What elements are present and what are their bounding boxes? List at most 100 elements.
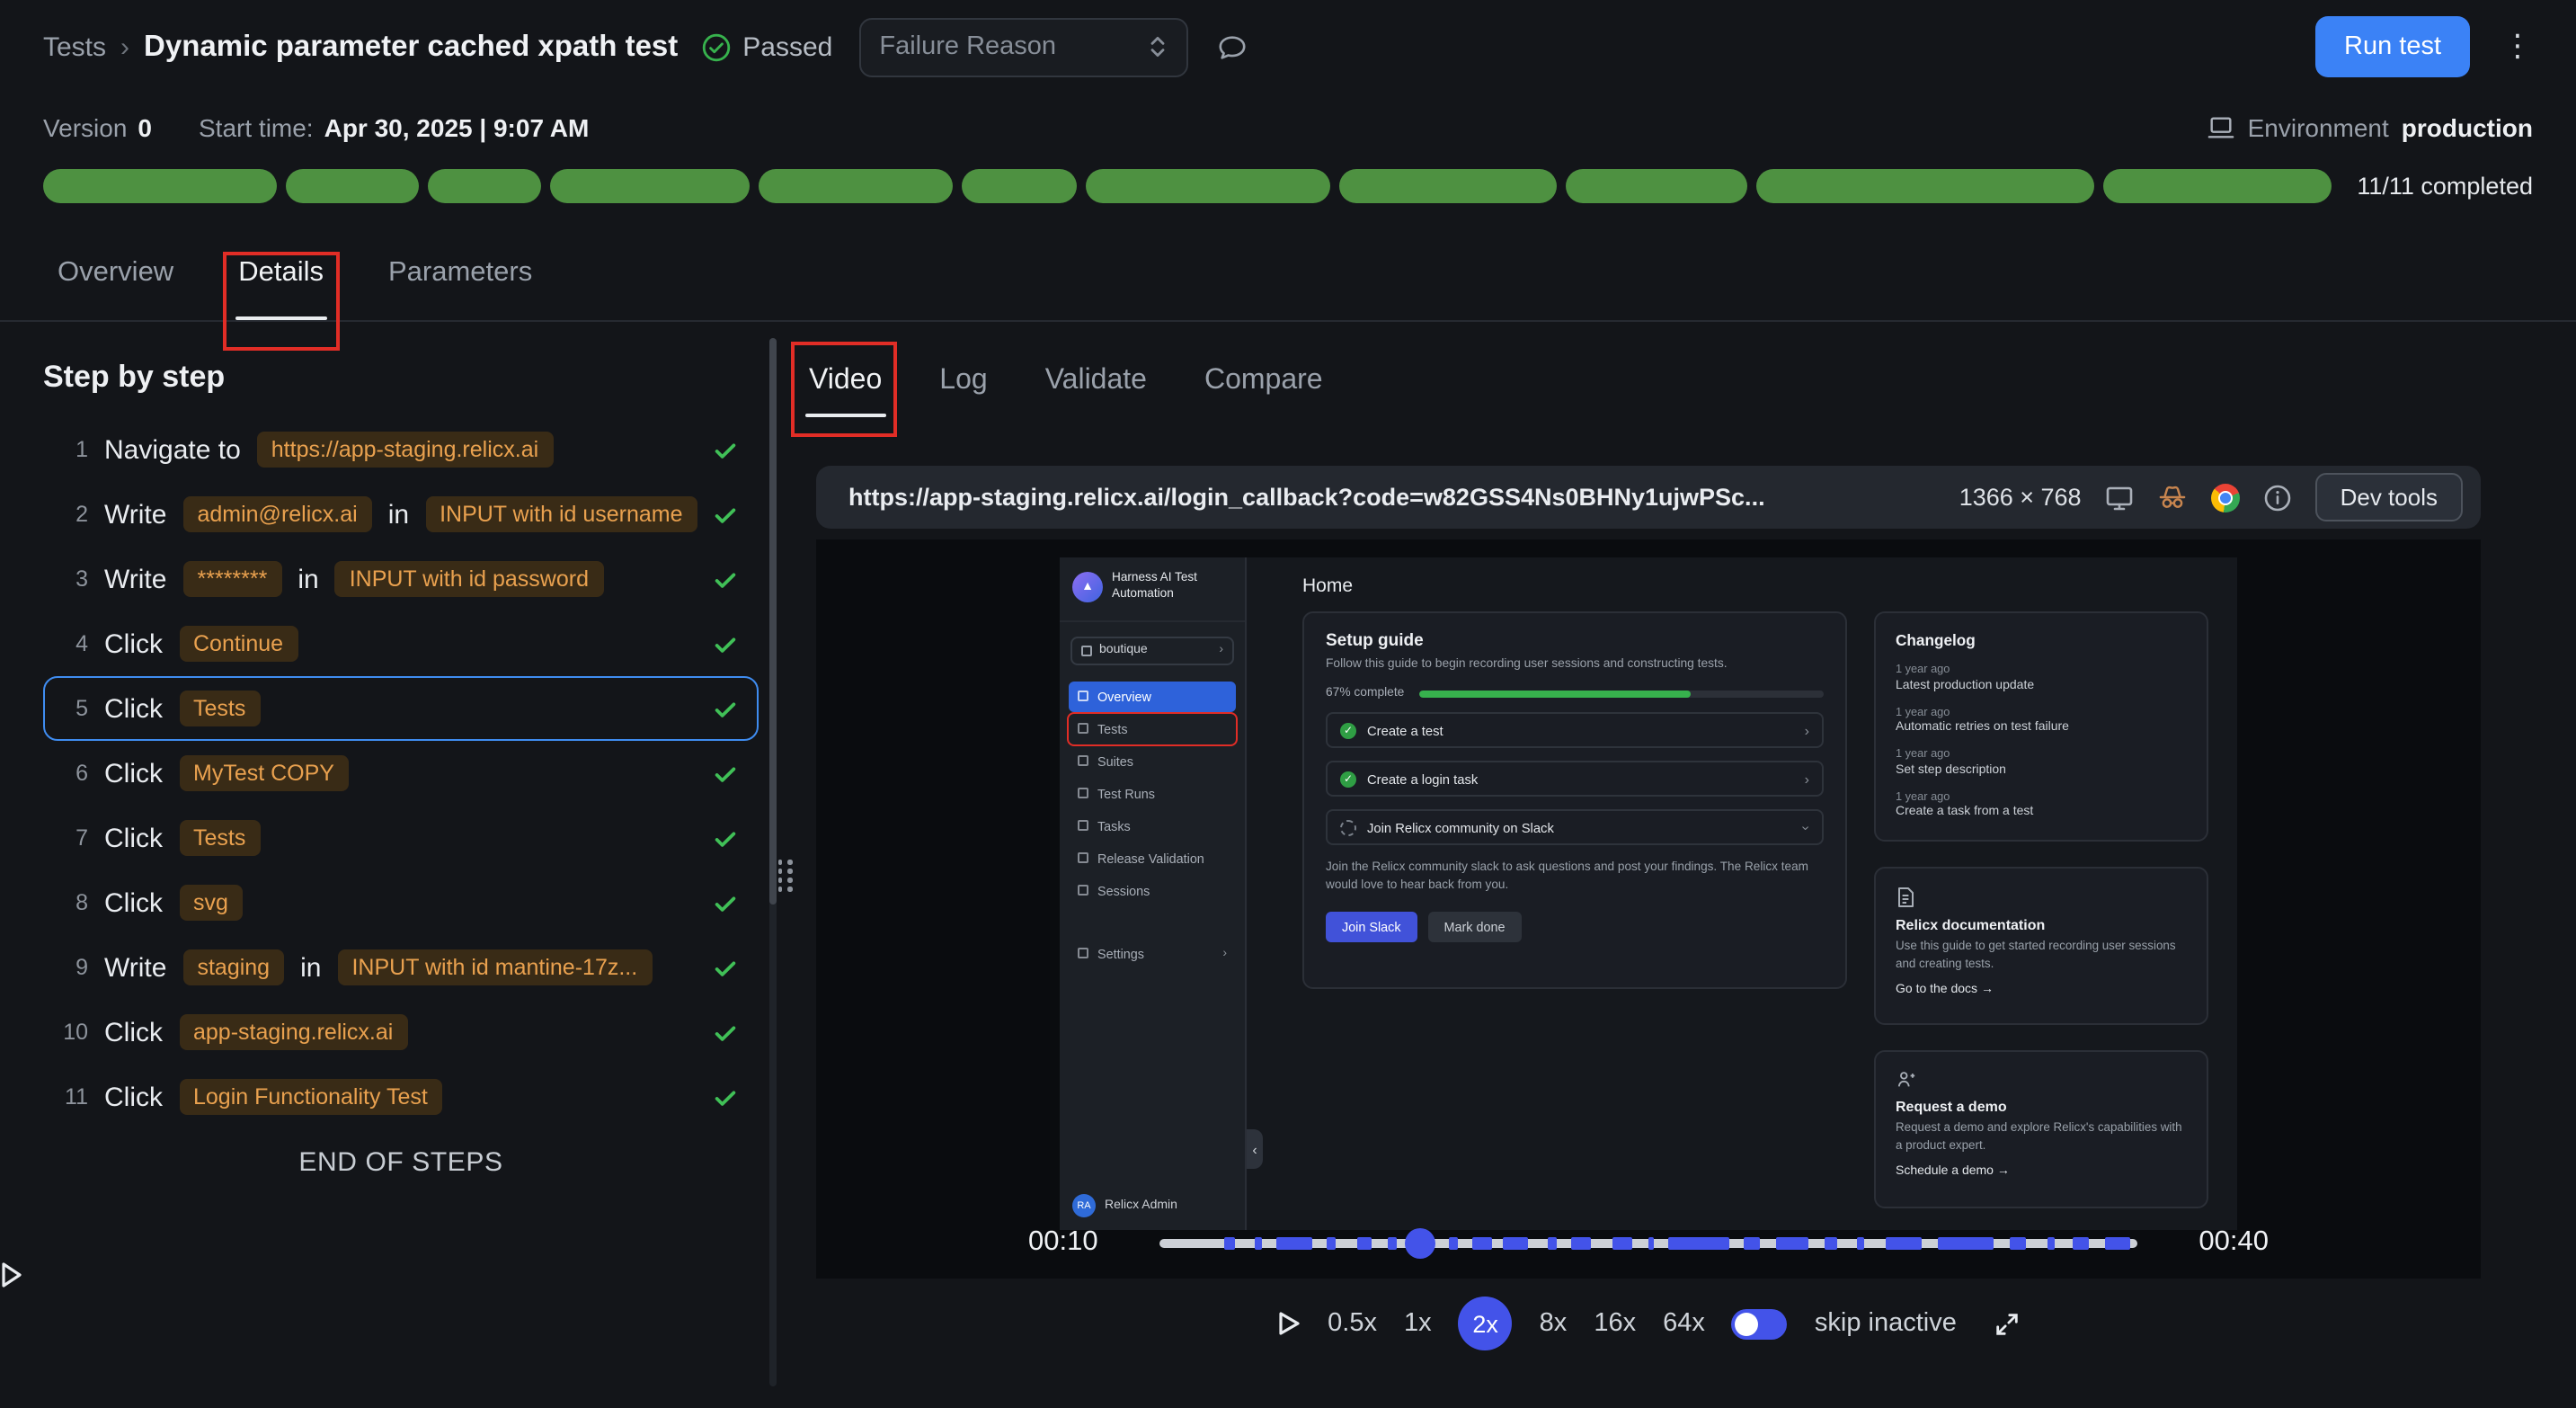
- changelog-text: Set step description: [1896, 763, 2187, 776]
- step-action-text: Write: [104, 499, 166, 530]
- docs-title: Relicx documentation: [1896, 917, 2187, 933]
- timeline-activity-segment: [1357, 1236, 1372, 1250]
- active-tab-underline: [235, 316, 327, 320]
- step-row[interactable]: 11ClickLogin Functionality Test: [43, 1065, 759, 1129]
- step-row[interactable]: 3Write********inINPUT with id password: [43, 547, 759, 611]
- start-time-label: Start time:: [199, 113, 314, 142]
- run-test-button[interactable]: Run test: [2315, 16, 2470, 77]
- steps-scrollbar-thumb[interactable]: [769, 338, 777, 905]
- step-target-chip: INPUT with id mantine-17z...: [337, 949, 652, 985]
- tab-parameters[interactable]: Parameters: [388, 227, 532, 320]
- kebab-menu-button[interactable]: ⋮: [2502, 29, 2533, 65]
- timeline-activity-segment: [1223, 1236, 1234, 1250]
- project-icon: [1081, 645, 1092, 655]
- breadcrumb-separator-icon: ›: [120, 31, 129, 62]
- skip-inactive-toggle[interactable]: [1732, 1308, 1788, 1339]
- step-row[interactable]: 1Navigate tohttps://app-staging.relicx.a…: [43, 417, 759, 482]
- step-number: 1: [56, 437, 88, 462]
- step-number: 5: [56, 696, 88, 721]
- step-success-check-icon: [712, 436, 739, 463]
- tab-label: Details: [238, 257, 324, 290]
- tab-overview[interactable]: Overview: [58, 227, 173, 320]
- person-plus-icon: [1896, 1070, 1917, 1090]
- comment-button[interactable]: [1217, 31, 1248, 62]
- progress-segment: [758, 168, 953, 202]
- timeline-slider[interactable]: [1159, 1225, 2138, 1261]
- app-nav-release-validation: Release Validation: [1069, 842, 1236, 873]
- speed-options: 0.5x 1x 2x 8x 16x 64x: [1328, 1297, 1705, 1350]
- steps-scrollbar[interactable]: [769, 338, 777, 1386]
- changelog-list: 1 year agoLatest production update1 year…: [1896, 664, 2187, 818]
- step-row[interactable]: 5ClickTests: [43, 676, 759, 741]
- breadcrumb-tests[interactable]: Tests: [43, 31, 106, 62]
- info-button[interactable]: [2263, 483, 2292, 512]
- app-nav-sessions: Sessions: [1069, 875, 1236, 905]
- tab-details[interactable]: Details: [238, 227, 324, 320]
- step-action-text: in: [388, 499, 409, 530]
- step-row[interactable]: 4ClickContinue: [43, 611, 759, 676]
- timeline-activity-segment: [1472, 1236, 1492, 1250]
- play-button[interactable]: [1275, 1309, 1301, 1338]
- step-target-chip: INPUT with id username: [425, 496, 697, 532]
- changelog-time: 1 year ago: [1896, 748, 2187, 761]
- step-row[interactable]: 10Clickapp-staging.relicx.ai: [43, 1000, 759, 1065]
- step-action-text: in: [298, 564, 318, 594]
- speed-0.5x[interactable]: 0.5x: [1328, 1309, 1377, 1338]
- speed-16x[interactable]: 16x: [1594, 1309, 1636, 1338]
- fullscreen-button[interactable]: [1994, 1310, 2021, 1337]
- chevron-icon: ›: [1805, 771, 1809, 787]
- tab-log[interactable]: Log: [939, 340, 987, 423]
- nav-item-label: Tasks: [1097, 817, 1131, 833]
- browser-chrome-bar: https://app-staging.relicx.ai/login_call…: [816, 466, 2481, 529]
- video-frame: ▲ Harness AI Test Automation boutique › …: [1060, 557, 2237, 1230]
- panel-expand-arrow[interactable]: [0, 1248, 32, 1302]
- incognito-button[interactable]: [2157, 484, 2188, 511]
- info-icon: [2263, 483, 2292, 512]
- step-row[interactable]: 2Writeadmin@relicx.aiinINPUT with id use…: [43, 482, 759, 547]
- video-url[interactable]: https://app-staging.relicx.ai/login_call…: [848, 484, 1765, 511]
- step-row[interactable]: 8Clicksvg: [43, 870, 759, 935]
- timeline-activity-segment: [1450, 1236, 1458, 1250]
- docs-text: Use this guide to get started recording …: [1896, 939, 2187, 974]
- monitor-button[interactable]: [2105, 485, 2134, 510]
- tab-video[interactable]: Video: [809, 340, 882, 423]
- timeline-activity-segment: [1668, 1236, 1729, 1250]
- changelog-time: 1 year ago: [1896, 664, 2187, 676]
- timeline-activity-segment: [1254, 1236, 1262, 1250]
- step-success-check-icon: [712, 501, 739, 528]
- tab-compare[interactable]: Compare: [1204, 340, 1323, 423]
- app-brand-name: Harness AI Test Automation: [1112, 572, 1232, 603]
- timeline-track[interactable]: [1159, 1239, 2138, 1247]
- timeline-activity-segment: [1825, 1236, 1837, 1250]
- environment-icon: [2208, 115, 2235, 140]
- step-row[interactable]: 6ClickMyTest COPY: [43, 741, 759, 806]
- speed-8x[interactable]: 8x: [1540, 1309, 1568, 1338]
- step-success-check-icon: [712, 760, 739, 787]
- user-name: Relicx Admin: [1105, 1199, 1177, 1212]
- tab-label: Video: [809, 365, 882, 397]
- speed-64x[interactable]: 64x: [1663, 1309, 1705, 1338]
- step-row[interactable]: 7ClickTests: [43, 806, 759, 870]
- changelog-text: Create a task from a test: [1896, 806, 2187, 818]
- video-stage: ▲ Harness AI Test Automation boutique › …: [816, 539, 2481, 1279]
- status-badge: Passed: [701, 31, 832, 62]
- speed-2x[interactable]: 2x: [1459, 1297, 1513, 1350]
- timeline-thumb[interactable]: [1405, 1228, 1435, 1259]
- playback-controls: 0.5x1x2x8x16x64x skip inactive: [816, 1293, 2481, 1354]
- step-success-check-icon: [712, 954, 739, 981]
- changelog-entry: 1 year agoLatest production update: [1896, 664, 2187, 691]
- panel-resize-handle[interactable]: [777, 860, 793, 891]
- setup-item-label: Join Relicx community on Slack: [1367, 819, 1554, 835]
- speed-1x[interactable]: 1x: [1404, 1309, 1432, 1338]
- chrome-button[interactable]: [2211, 483, 2240, 512]
- failure-reason-select[interactable]: Failure Reason: [859, 17, 1188, 76]
- step-success-check-icon: [712, 1019, 739, 1046]
- setup-guide-items: ✓Create a test›✓Create a login task›Join…: [1326, 712, 1824, 845]
- app-right-column: Changelog 1 year agoLatest production up…: [1874, 611, 2208, 1208]
- tab-label: Overview: [58, 257, 173, 290]
- step-row[interactable]: 9WritestaginginINPUT with id mantine-17z…: [43, 935, 759, 1000]
- step-target-chip: https://app-staging.relicx.ai: [257, 432, 553, 468]
- tab-validate[interactable]: Validate: [1045, 340, 1147, 423]
- dev-tools-button[interactable]: Dev tools: [2315, 473, 2463, 521]
- nav-item-label: Release Validation: [1097, 850, 1204, 866]
